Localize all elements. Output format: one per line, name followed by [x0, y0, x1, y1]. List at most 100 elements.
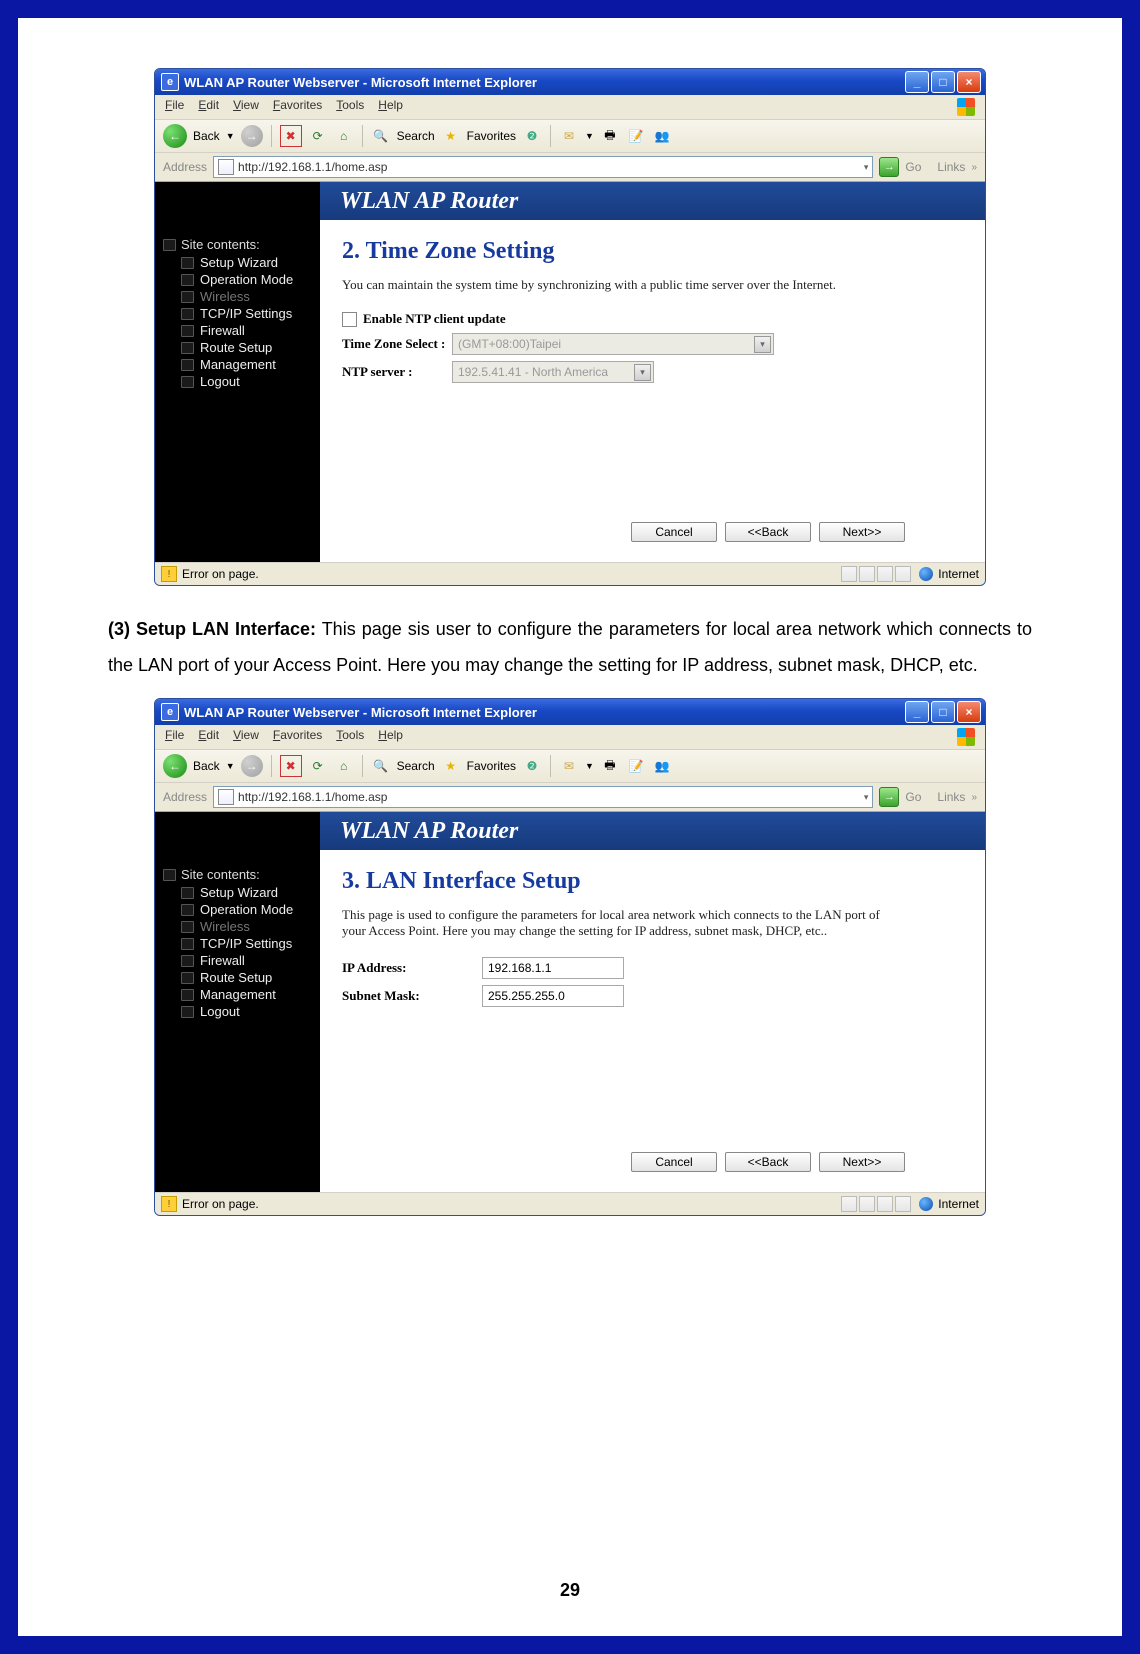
menu-help[interactable]: Help	[378, 728, 403, 746]
close-button[interactable]: ×	[957, 701, 981, 723]
back-label: Back	[193, 129, 220, 143]
mail-icon[interactable]: ✉	[559, 756, 579, 776]
minimize-button[interactable]: _	[905, 71, 929, 93]
sidebar-item-firewall[interactable]: Firewall	[181, 322, 313, 339]
back-button[interactable]: <<Back	[725, 1152, 811, 1172]
sidebar-item-firewall[interactable]: Firewall	[181, 952, 313, 969]
history-icon[interactable]: ❷	[522, 756, 542, 776]
menu-edit[interactable]: Edit	[198, 728, 219, 746]
sidebar-item-operation-mode[interactable]: Operation Mode	[181, 901, 313, 918]
back-label: Back	[193, 759, 220, 773]
ntp-enable-checkbox[interactable]	[342, 312, 357, 327]
sidebar-item-setup-wizard[interactable]: Setup Wizard	[181, 884, 313, 901]
warning-icon: !	[161, 1196, 177, 1212]
next-button[interactable]: Next>>	[819, 522, 905, 542]
favorites-icon[interactable]: ★	[441, 756, 461, 776]
sidebar-item-logout[interactable]: Logout	[181, 1003, 313, 1020]
sidebar-item-tcpip[interactable]: TCP/IP Settings	[181, 305, 313, 322]
status-text: Error on page.	[182, 1197, 259, 1211]
maximize-button[interactable]: □	[931, 71, 955, 93]
sidebar-header: Site contents:	[181, 237, 260, 252]
menu-file[interactable]: File	[165, 728, 184, 746]
sidebar-item-logout[interactable]: Logout	[181, 373, 313, 390]
menu-tools[interactable]: Tools	[336, 728, 364, 746]
forward-button[interactable]: →	[241, 755, 263, 777]
address-label: Address	[163, 790, 207, 804]
address-input[interactable]: http://192.168.1.1/home.asp ▾	[213, 156, 873, 178]
stop-icon[interactable]: ✖	[280, 125, 302, 147]
sidebar-item-setup-wizard[interactable]: Setup Wizard	[181, 254, 313, 271]
sidebar-item-route-setup[interactable]: Route Setup	[181, 339, 313, 356]
discuss-icon[interactable]: 👥	[652, 756, 672, 776]
window-title: WLAN AP Router Webserver - Microsoft Int…	[184, 75, 537, 90]
sidebar-item-operation-mode[interactable]: Operation Mode	[181, 271, 313, 288]
menu-favorites[interactable]: Favorites	[273, 98, 322, 116]
router-content: 3. LAN Interface Setup This page is used…	[320, 850, 925, 1192]
home-icon[interactable]: ⌂	[334, 756, 354, 776]
sidebar-item-wireless[interactable]: Wireless	[181, 288, 313, 305]
next-button[interactable]: Next>>	[819, 1152, 905, 1172]
menu-help[interactable]: Help	[378, 98, 403, 116]
url-text: http://192.168.1.1/home.asp	[238, 160, 387, 174]
titlebar[interactable]: e WLAN AP Router Webserver - Microsoft I…	[155, 699, 985, 725]
discuss-icon[interactable]: 👥	[652, 126, 672, 146]
links-label[interactable]: Links	[937, 790, 965, 804]
go-button[interactable]: →	[879, 157, 899, 177]
back-button[interactable]: ←	[163, 124, 187, 148]
cancel-button[interactable]: Cancel	[631, 522, 717, 542]
windows-logo-icon	[957, 98, 975, 116]
forward-button[interactable]: →	[241, 125, 263, 147]
maximize-button[interactable]: □	[931, 701, 955, 723]
close-button[interactable]: ×	[957, 71, 981, 93]
favorites-icon[interactable]: ★	[441, 126, 461, 146]
search-label[interactable]: Search	[397, 759, 435, 773]
history-icon[interactable]: ❷	[522, 126, 542, 146]
toolbar: ← Back ▼ → ✖ ⟳ ⌂ 🔍 Search ★ Favorites ❷ …	[155, 750, 985, 783]
minimize-button[interactable]: _	[905, 701, 929, 723]
chevron-down-icon: ▾	[754, 336, 771, 353]
stop-icon[interactable]: ✖	[280, 755, 302, 777]
refresh-icon[interactable]: ⟳	[308, 126, 328, 146]
sidebar-item-management[interactable]: Management	[181, 986, 313, 1003]
address-label: Address	[163, 160, 207, 174]
favorites-label[interactable]: Favorites	[467, 759, 516, 773]
menu-view[interactable]: View	[233, 98, 259, 116]
edit-icon[interactable]: 📝	[626, 126, 646, 146]
sidebar-item-tcpip[interactable]: TCP/IP Settings	[181, 935, 313, 952]
back-button[interactable]: ←	[163, 754, 187, 778]
globe-icon	[919, 567, 933, 581]
mail-icon[interactable]: ✉	[559, 126, 579, 146]
router-page: WLAN AP Router Site contents: Setup Wiza…	[155, 182, 985, 562]
back-button[interactable]: <<Back	[725, 522, 811, 542]
links-label[interactable]: Links	[937, 160, 965, 174]
search-label[interactable]: Search	[397, 129, 435, 143]
mask-input[interactable]: 255.255.255.0	[482, 985, 624, 1007]
search-icon[interactable]: 🔍	[371, 126, 391, 146]
address-input[interactable]: http://192.168.1.1/home.asp ▾	[213, 786, 873, 808]
home-icon[interactable]: ⌂	[334, 126, 354, 146]
ip-input[interactable]: 192.168.1.1	[482, 957, 624, 979]
search-icon[interactable]: 🔍	[371, 756, 391, 776]
favorites-label[interactable]: Favorites	[467, 129, 516, 143]
toolbar: ← Back ▼ → ✖ ⟳ ⌂ 🔍 Search ★ Favorites ❷ …	[155, 120, 985, 153]
menu-file[interactable]: File	[165, 98, 184, 116]
warning-icon: !	[161, 566, 177, 582]
print-icon[interactable]: 🖶	[600, 756, 620, 776]
menu-tools[interactable]: Tools	[336, 98, 364, 116]
sidebar-item-route-setup[interactable]: Route Setup	[181, 969, 313, 986]
status-text: Error on page.	[182, 567, 259, 581]
sidebar-item-wireless[interactable]: Wireless	[181, 918, 313, 935]
zone-indicator: Internet	[919, 567, 979, 581]
sidebar-item-management[interactable]: Management	[181, 356, 313, 373]
router-sidebar: Site contents: Setup Wizard Operation Mo…	[163, 867, 313, 1020]
menu-edit[interactable]: Edit	[198, 98, 219, 116]
refresh-icon[interactable]: ⟳	[308, 756, 328, 776]
edit-icon[interactable]: 📝	[626, 756, 646, 776]
cancel-button[interactable]: Cancel	[631, 1152, 717, 1172]
tz-select: (GMT+08:00)Taipei▾	[452, 333, 774, 355]
print-icon[interactable]: 🖶	[600, 126, 620, 146]
menu-view[interactable]: View	[233, 728, 259, 746]
go-button[interactable]: →	[879, 787, 899, 807]
menu-favorites[interactable]: Favorites	[273, 728, 322, 746]
titlebar[interactable]: e WLAN AP Router Webserver - Microsoft I…	[155, 69, 985, 95]
